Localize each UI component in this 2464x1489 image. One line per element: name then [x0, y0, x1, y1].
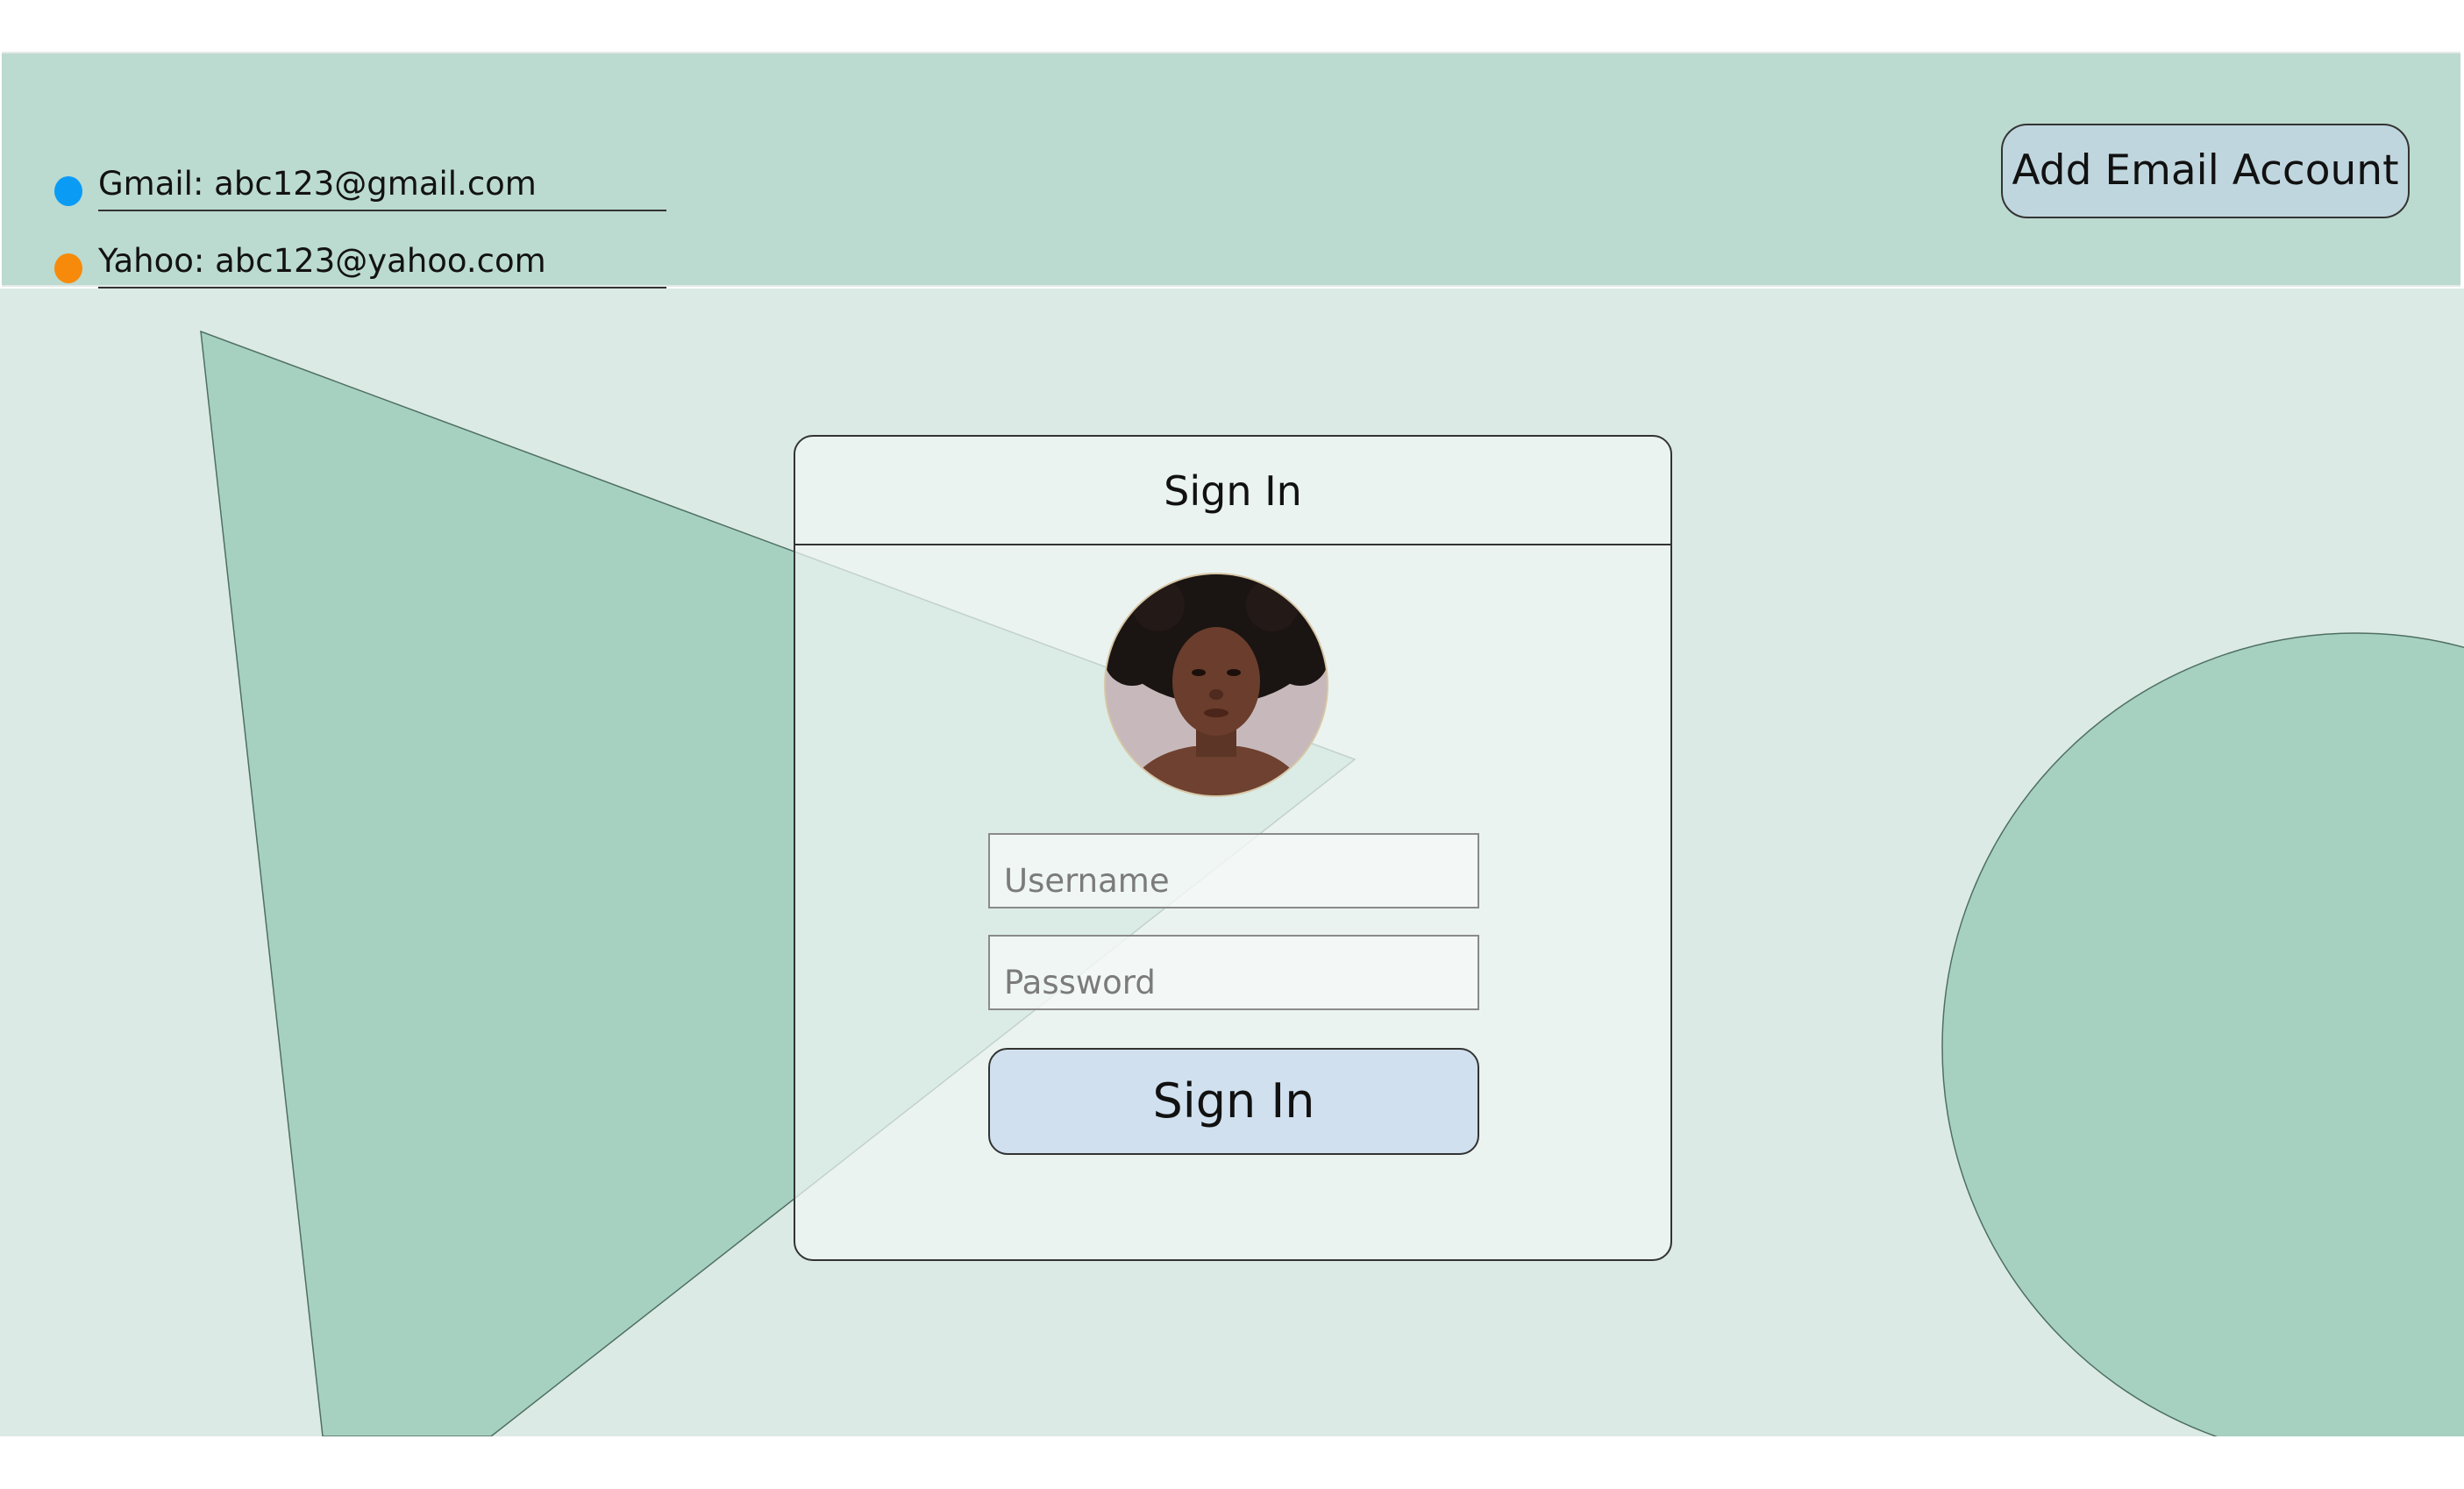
username-input[interactable] — [988, 833, 1479, 908]
account-label-gmail[interactable]: Gmail: abc123@gmail.com — [98, 159, 666, 211]
account-item-yahoo[interactable]: Yahoo: abc123@yahoo.com — [47, 236, 666, 289]
add-email-account-button[interactable]: Add Email Account — [2001, 124, 2410, 218]
page: Gmail: abc123@gmail.com Yahoo: abc123@ya… — [0, 0, 2464, 1489]
signin-button[interactable]: Sign In — [988, 1048, 1479, 1155]
yahoo-status-dot-icon — [54, 253, 82, 283]
password-input[interactable] — [988, 935, 1479, 1010]
avatar — [1104, 573, 1328, 797]
gmail-status-dot-icon — [54, 176, 82, 206]
user-avatar-icon — [1106, 574, 1327, 795]
account-label-yahoo[interactable]: Yahoo: abc123@yahoo.com — [98, 236, 666, 289]
account-item-gmail[interactable]: Gmail: abc123@gmail.com — [47, 159, 666, 211]
background-circle-shape — [1941, 632, 2464, 1436]
account-bar: Gmail: abc123@gmail.com Yahoo: abc123@ya… — [2, 52, 2460, 289]
main-area: Sign In Username Sign In — [0, 289, 2464, 1436]
signin-card: Sign In Username Sign In — [794, 435, 1672, 1261]
signin-title: Sign In — [795, 437, 1670, 545]
